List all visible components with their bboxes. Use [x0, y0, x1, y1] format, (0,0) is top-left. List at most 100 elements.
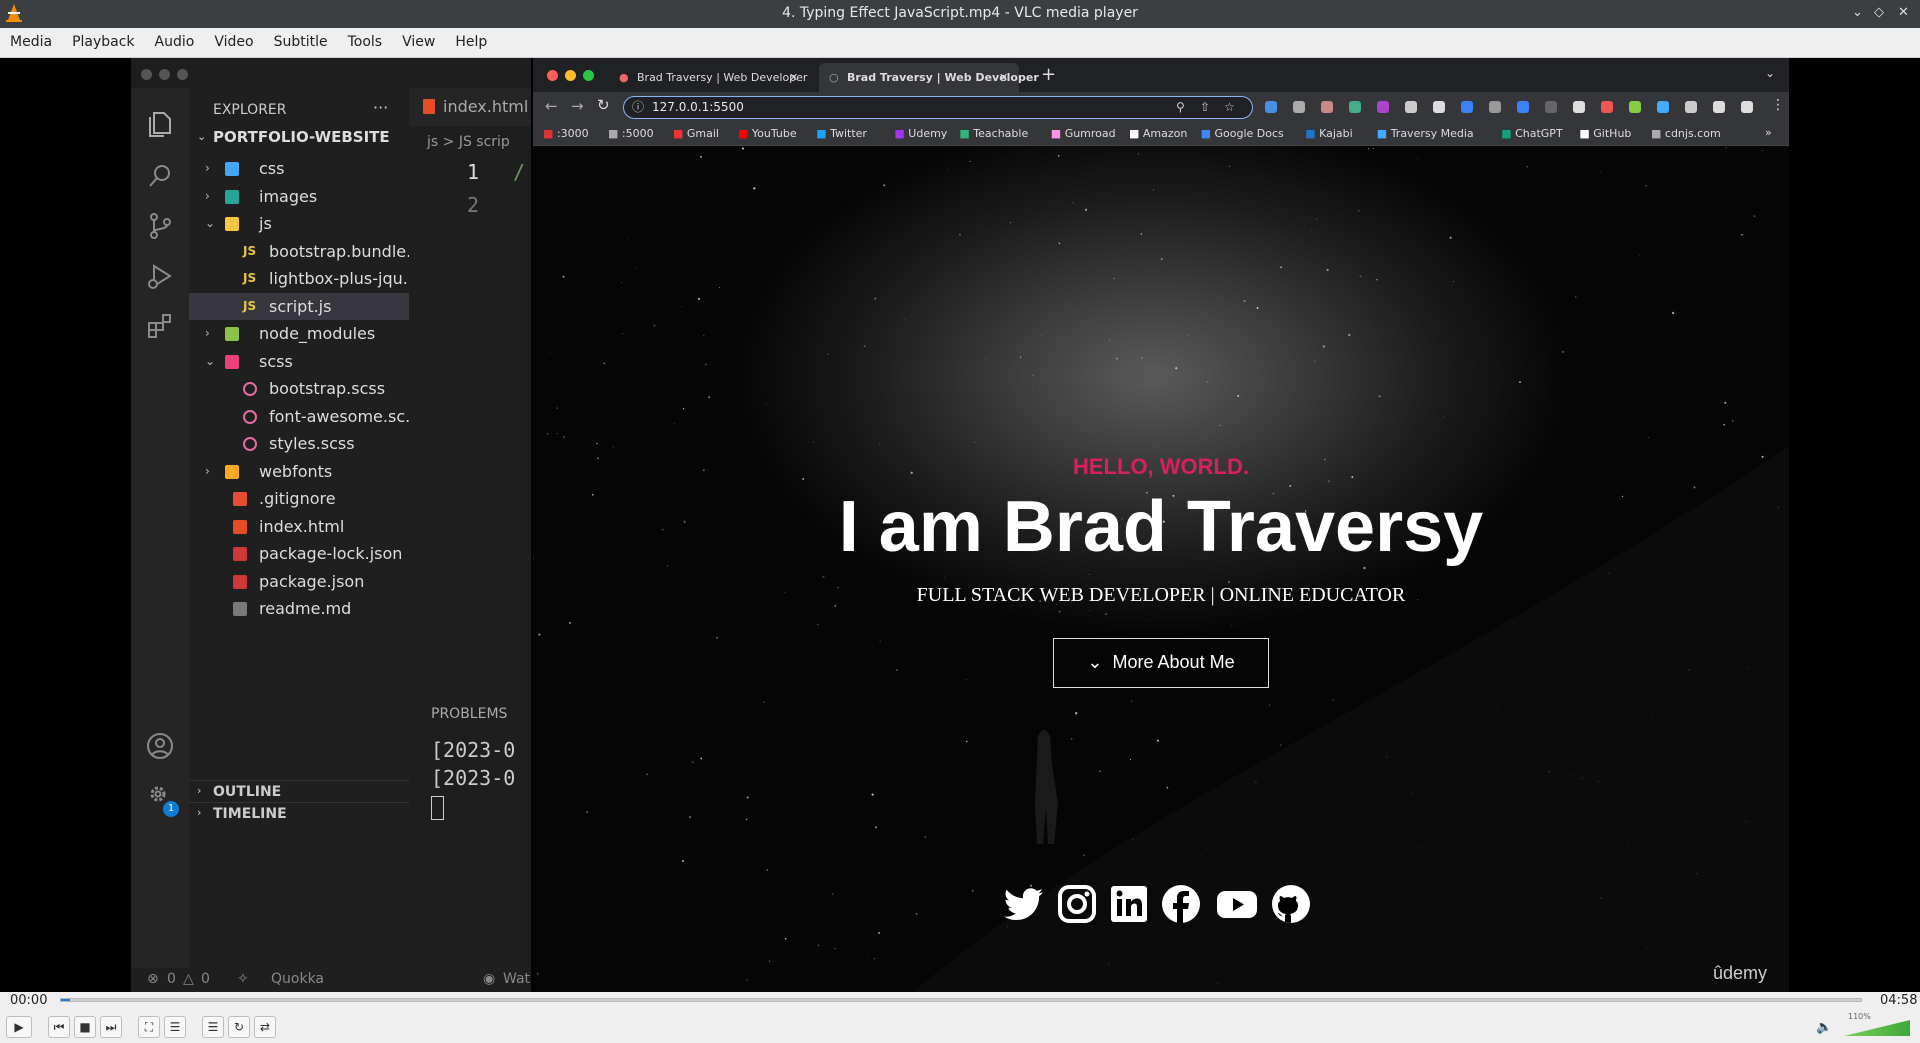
- close-icon[interactable]: ✕: [1898, 5, 1909, 20]
- omnibox[interactable]: ⓘ 127.0.0.1:5500 ⚲ ⇧ ☆: [623, 96, 1253, 119]
- fullscreen-button[interactable]: ⛶: [138, 1016, 160, 1038]
- browser-close-dot[interactable]: [547, 70, 558, 81]
- stop-button[interactable]: ■: [74, 1016, 96, 1038]
- bookmark-googledocs[interactable]: ■ Google Docs: [1201, 127, 1284, 140]
- playlist-button[interactable]: ☰: [202, 1016, 224, 1038]
- zoom-icon[interactable]: ⚲: [1176, 97, 1185, 117]
- site-info-icon[interactable]: ⓘ: [632, 97, 644, 117]
- menu-video[interactable]: Video: [204, 28, 263, 57]
- browser-extension-icon[interactable]: [1629, 101, 1641, 113]
- linkedin-icon[interactable]: [1107, 882, 1151, 926]
- error-count[interactable]: 0: [167, 971, 176, 987]
- browser-tab[interactable]: ● Brad Traversy | Web Developer ✕: [609, 63, 809, 92]
- editor-tab-index-html[interactable]: index.html: [409, 88, 531, 126]
- next-button[interactable]: ⏭: [100, 1016, 122, 1038]
- folder-node_modules[interactable]: › node_modules: [189, 320, 409, 347]
- twitter-icon[interactable]: [1003, 882, 1047, 926]
- more-actions-icon[interactable]: ···: [373, 98, 388, 117]
- file-bootstrap-scss[interactable]: bootstrap.scss: [189, 375, 409, 402]
- bookmark-kajabi[interactable]: ■ Kajabi: [1305, 127, 1353, 140]
- browser-extension-icon[interactable]: [1349, 101, 1361, 113]
- watch-status[interactable]: Wat: [503, 971, 530, 987]
- bookmark-gmail[interactable]: ■ Gmail: [673, 127, 719, 140]
- maximize-icon[interactable]: ◇: [1874, 5, 1884, 20]
- browser-extension-icon[interactable]: [1545, 101, 1557, 113]
- total-time[interactable]: 04:58: [1880, 993, 1917, 1008]
- file-readme-md[interactable]: readme.md: [189, 595, 409, 622]
- bookmark-traversymedia[interactable]: ■ Traversy Media: [1377, 127, 1474, 140]
- problems-panel-title[interactable]: PROBLEMS: [431, 706, 507, 722]
- shuffle-button[interactable]: ⇄: [254, 1016, 276, 1038]
- browser-extension-icon[interactable]: [1321, 101, 1333, 113]
- bookmark-gumroad[interactable]: ■ Gumroad: [1051, 127, 1116, 140]
- browser-extension-icon[interactable]: [1265, 101, 1277, 113]
- video-area[interactable]: 1 EXPLORER ··· ⌄ PORTFOLIO-WEBSITE › css ›…: [0, 58, 1920, 992]
- speaker-icon[interactable]: 🔈: [1816, 1020, 1832, 1035]
- elapsed-time[interactable]: 00:00: [10, 993, 47, 1008]
- volume-slider[interactable]: 🔈 110%: [1816, 1012, 1910, 1038]
- file-bootstrap-bundle-[interactable]: JS bootstrap.bundle...: [189, 238, 409, 265]
- back-icon[interactable]: ←: [545, 97, 558, 115]
- instagram-icon[interactable]: [1055, 882, 1099, 926]
- browser-extension-icon[interactable]: [1293, 101, 1305, 113]
- browser-maximize-dot[interactable]: [583, 70, 594, 81]
- timeline-section[interactable]: › TIMELINE: [189, 802, 409, 824]
- folder-scss[interactable]: ⌄ scss: [189, 348, 409, 375]
- bookmark-cdnjscom[interactable]: ■ cdnjs.com: [1651, 127, 1721, 140]
- bookmarks-more-icon[interactable]: »: [1765, 126, 1772, 139]
- bookmark-youtube[interactable]: ■ YouTube: [738, 127, 797, 140]
- browser-extension-icon[interactable]: [1713, 101, 1725, 113]
- tab-close-icon[interactable]: ✕: [789, 63, 798, 92]
- bookmark-chatgpt[interactable]: ■ ChatGPT: [1501, 127, 1562, 140]
- folder-css[interactable]: › css: [189, 155, 409, 182]
- tab-close-icon[interactable]: ✕: [999, 63, 1008, 92]
- browser-extension-icon[interactable]: [1517, 101, 1529, 113]
- youtube-icon[interactable]: [1215, 882, 1259, 926]
- new-tab-icon[interactable]: +: [1041, 64, 1056, 85]
- folder-webfonts[interactable]: › webfonts: [189, 458, 409, 485]
- reload-icon[interactable]: ↻: [597, 96, 610, 114]
- facebook-icon[interactable]: [1159, 882, 1203, 926]
- bookmark-teachable[interactable]: ■ Teachable: [959, 127, 1028, 140]
- outline-section[interactable]: › OUTLINE: [189, 780, 409, 802]
- breadcrumb[interactable]: js > JS scrip: [427, 134, 510, 150]
- file-package-lock-json[interactable]: package-lock.json: [189, 540, 409, 567]
- browser-tab-active[interactable]: ○ Brad Traversy | Web Developer ✕: [819, 63, 1039, 92]
- forward-icon[interactable]: →: [571, 97, 584, 115]
- play-button[interactable]: ▶: [6, 1016, 32, 1038]
- file--gitignore[interactable]: .gitignore: [189, 485, 409, 512]
- file-script-js[interactable]: JS script.js: [189, 292, 409, 320]
- bookmark-twitter[interactable]: ■ Twitter: [816, 127, 867, 140]
- browser-menu-icon[interactable]: ⋮: [1771, 97, 1785, 113]
- warning-count[interactable]: 0: [201, 971, 210, 987]
- file-styles-scss[interactable]: styles.scss: [189, 430, 409, 457]
- github-icon[interactable]: [1269, 882, 1313, 926]
- file-package-json[interactable]: package.json: [189, 568, 409, 595]
- browser-extension-icon[interactable]: [1433, 101, 1445, 113]
- browser-extension-icon[interactable]: [1489, 101, 1501, 113]
- browser-minimize-dot[interactable]: [565, 70, 576, 81]
- extended-settings-button[interactable]: ☰: [164, 1016, 186, 1038]
- tab-search-icon[interactable]: ⌄: [1765, 66, 1775, 80]
- minimize-icon[interactable]: ⌄: [1852, 5, 1863, 20]
- bookmark-3000[interactable]: ■ :3000: [543, 127, 589, 140]
- file-lightbox-plus-jqu-[interactable]: JS lightbox-plus-jqu...: [189, 265, 409, 292]
- browser-extension-icon[interactable]: [1601, 101, 1613, 113]
- file-font-awesome-sc-[interactable]: font-awesome.sc...: [189, 403, 409, 430]
- browser-extension-icon[interactable]: [1685, 101, 1697, 113]
- menu-help[interactable]: Help: [445, 28, 497, 57]
- browser-extension-icon[interactable]: [1573, 101, 1585, 113]
- menu-playback[interactable]: Playback: [62, 28, 144, 57]
- browser-extension-icon[interactable]: [1377, 101, 1389, 113]
- more-about-me-button[interactable]: ⌄ More About Me: [1053, 638, 1269, 688]
- previous-button[interactable]: ⏮: [48, 1016, 70, 1038]
- share-icon[interactable]: ⇧: [1200, 97, 1210, 117]
- menu-view[interactable]: View: [392, 28, 445, 57]
- browser-extension-icon[interactable]: [1741, 101, 1753, 113]
- folder-js[interactable]: ⌄ js: [189, 210, 409, 237]
- browser-extension-icon[interactable]: [1657, 101, 1669, 113]
- loop-button[interactable]: ↻: [228, 1016, 250, 1038]
- quokka-status[interactable]: Quokka: [271, 971, 324, 987]
- code-line-1[interactable]: /: [513, 160, 525, 184]
- menu-tools[interactable]: Tools: [338, 28, 393, 57]
